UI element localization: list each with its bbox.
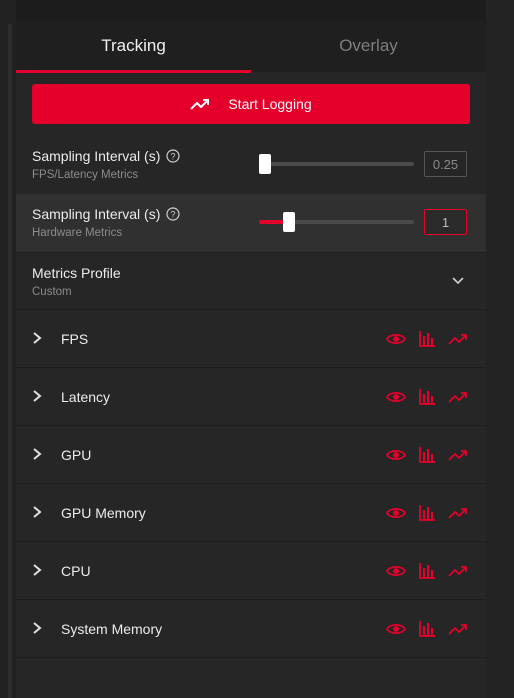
metric-row[interactable]: GPU <box>16 426 486 484</box>
slider-thumb[interactable] <box>259 154 271 174</box>
metric-row[interactable]: FPS <box>16 310 486 368</box>
metric-row[interactable]: System Memory <box>16 600 486 658</box>
metrics-profile-dropdown[interactable]: Metrics Profile Custom <box>16 252 486 310</box>
metric-name: Latency <box>61 389 111 405</box>
metric-actions <box>385 445 468 465</box>
metric-name: FPS <box>61 331 89 347</box>
metric-row[interactable]: GPU Memory <box>16 484 486 542</box>
metric-actions <box>385 387 468 407</box>
left-strip <box>0 0 16 698</box>
metric-name: GPU <box>61 447 92 463</box>
sampling-interval-hardware-slider[interactable] <box>259 212 414 232</box>
trending-up-icon[interactable] <box>447 387 468 407</box>
metric-name: System Memory <box>61 621 163 637</box>
bar-chart-icon[interactable] <box>416 329 437 349</box>
chevron-right-icon[interactable] <box>30 563 44 577</box>
metric-name: CPU <box>61 563 91 579</box>
metric-name: GPU Memory <box>61 505 146 521</box>
metrics-profile-label: Metrics Profile <box>32 265 121 281</box>
chevron-right-icon[interactable] <box>30 621 44 635</box>
metric-row[interactable]: CPU <box>16 542 486 600</box>
eye-icon[interactable] <box>385 503 406 523</box>
bar-chart-icon[interactable] <box>416 387 437 407</box>
eye-icon[interactable] <box>385 387 406 407</box>
bar-chart-icon[interactable] <box>416 619 437 639</box>
sampling-interval-sublabel: FPS/Latency Metrics <box>32 169 139 181</box>
sampling-interval-label: Sampling Interval (s) <box>32 148 161 164</box>
metrics-panel: Tracking Overlay Start Logging Sampling … <box>16 20 486 698</box>
start-logging-label: Start Logging <box>228 96 312 112</box>
chevron-right-icon[interactable] <box>30 447 44 461</box>
slider-thumb[interactable] <box>283 212 296 232</box>
sampling-interval-hardware-row: Sampling Interval (s) ? Hardware Metrics… <box>16 194 486 252</box>
eye-icon[interactable] <box>385 619 406 639</box>
sampling-interval-label: Sampling Interval (s) <box>32 206 161 222</box>
trending-up-icon[interactable] <box>447 561 468 581</box>
bar-chart-icon[interactable] <box>416 503 437 523</box>
metric-row[interactable]: Latency <box>16 368 486 426</box>
metrics-profile-value: Custom <box>32 286 72 298</box>
chevron-right-icon[interactable] <box>30 331 44 345</box>
eye-icon[interactable] <box>385 561 406 581</box>
svg-text:?: ? <box>171 210 176 220</box>
tab-overlay[interactable]: Overlay <box>251 20 486 72</box>
bar-chart-icon[interactable] <box>416 561 437 581</box>
tab-bar: Tracking Overlay <box>16 20 486 73</box>
metric-actions <box>385 561 468 581</box>
active-tab-indicator <box>16 70 251 73</box>
svg-text:?: ? <box>171 152 176 162</box>
sampling-interval-sublabel: Hardware Metrics <box>32 227 123 239</box>
metric-actions <box>385 619 468 639</box>
metric-actions <box>385 503 468 523</box>
chevron-right-icon[interactable] <box>30 389 44 403</box>
trending-up-icon[interactable] <box>447 503 468 523</box>
left-edge <box>8 24 12 698</box>
eye-icon[interactable] <box>385 329 406 349</box>
help-icon[interactable]: ? <box>166 207 180 221</box>
start-logging-button[interactable]: Start Logging <box>32 84 470 124</box>
eye-icon[interactable] <box>385 445 406 465</box>
bar-chart-icon[interactable] <box>416 445 437 465</box>
chevron-down-icon[interactable] <box>450 273 466 289</box>
help-icon[interactable]: ? <box>166 149 180 163</box>
metric-actions <box>385 329 468 349</box>
sampling-interval-hardware-value[interactable]: 1 <box>424 209 467 235</box>
sampling-interval-fps-value[interactable]: 0.25 <box>424 151 467 177</box>
sampling-interval-fps-row: Sampling Interval (s) ? FPS/Latency Metr… <box>16 136 486 194</box>
right-strip <box>486 0 514 698</box>
tab-tracking[interactable]: Tracking <box>16 20 251 72</box>
chevron-right-icon[interactable] <box>30 505 44 519</box>
trending-up-icon[interactable] <box>447 619 468 639</box>
sampling-interval-fps-slider[interactable] <box>259 154 414 174</box>
trending-up-icon[interactable] <box>447 329 468 349</box>
trending-up-icon[interactable] <box>447 445 468 465</box>
trending-up-icon <box>190 99 210 110</box>
